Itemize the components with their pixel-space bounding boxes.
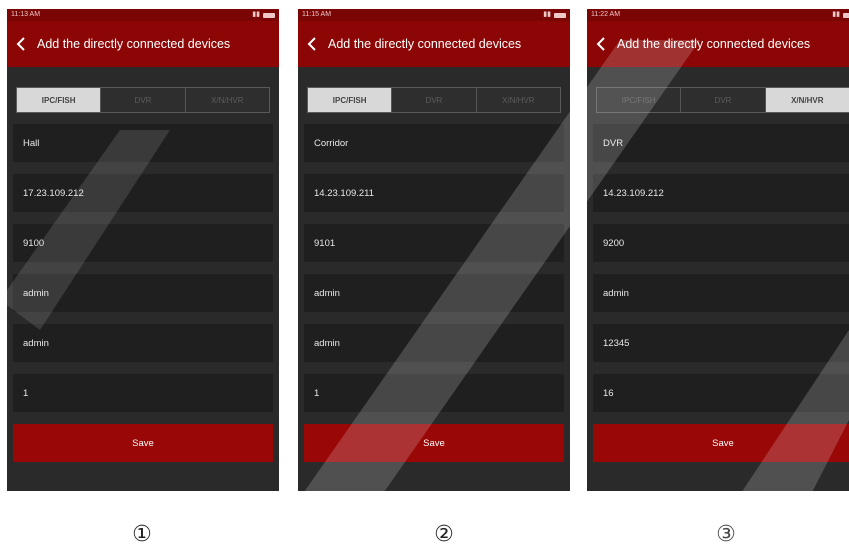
status-icons: ▮▮: [543, 9, 566, 21]
step-marker-3: ③: [716, 522, 736, 547]
back-arrow-icon[interactable]: [304, 36, 320, 52]
ip-address-field[interactable]: 17.23.109.212: [13, 174, 273, 212]
channel-count-field[interactable]: 1: [13, 374, 273, 412]
step-marker-2: ②: [434, 522, 454, 547]
tab-dvr[interactable]: DVR: [392, 88, 477, 112]
status-time: 11:15 AM: [302, 11, 332, 18]
battery-icon: [843, 12, 849, 18]
tab-ipc-fish[interactable]: IPC/FISH: [597, 88, 682, 112]
battery-icon: [554, 12, 566, 18]
ip-address-field[interactable]: 14.23.109.212: [593, 174, 849, 212]
device-type-selector: IPC/FISH DVR X/N/HVR: [307, 87, 561, 113]
save-button[interactable]: Save: [304, 424, 564, 462]
username-field[interactable]: admin: [13, 274, 273, 312]
save-button[interactable]: Save: [593, 424, 849, 462]
back-arrow-icon[interactable]: [593, 36, 609, 52]
signal-icon: ▮▮: [832, 11, 840, 18]
username-field[interactable]: admin: [304, 274, 564, 312]
tab-dvr[interactable]: DVR: [101, 88, 186, 112]
tab-ipc-fish[interactable]: IPC/FISH: [308, 88, 393, 112]
tab-ipc-fish[interactable]: IPC/FISH: [17, 88, 102, 112]
channel-count-field[interactable]: 16: [593, 374, 849, 412]
save-button[interactable]: Save: [13, 424, 273, 462]
username-field[interactable]: admin: [593, 274, 849, 312]
device-name-field[interactable]: Hall: [13, 124, 273, 162]
page-title: Add the directly connected devices: [617, 37, 811, 51]
status-icons: ▮▮: [252, 9, 275, 21]
phone-screen-2: 11:15 AM ▮▮ Add the directly connected d…: [298, 9, 570, 491]
back-arrow-icon[interactable]: [13, 36, 29, 52]
header: Add the directly connected devices: [587, 21, 849, 67]
tab-dvr[interactable]: DVR: [681, 88, 766, 112]
status-time: 11:13 AM: [11, 11, 41, 18]
tab-xnhvr[interactable]: X/N/HVR: [186, 88, 269, 112]
port-field[interactable]: 9101: [304, 224, 564, 262]
status-icons: ▮▮: [832, 9, 849, 21]
status-time: 11:22 AM: [591, 11, 621, 18]
tab-xnhvr[interactable]: X/N/HVR: [765, 88, 849, 112]
channel-count-field[interactable]: 1: [304, 374, 564, 412]
phone-screen-1: 11:13 AM ▮▮ Add the directly connected d…: [7, 9, 279, 491]
password-field[interactable]: admin: [304, 324, 564, 362]
signal-icon: ▮▮: [543, 11, 551, 18]
device-name-field[interactable]: DVR: [593, 124, 849, 162]
password-field[interactable]: admin: [13, 324, 273, 362]
port-field[interactable]: 9100: [13, 224, 273, 262]
device-type-selector: IPC/FISH DVR X/N/HVR: [596, 87, 849, 113]
phone-screen-3: 11:22 AM ▮▮ Add the directly connected d…: [587, 9, 849, 491]
tab-xnhvr[interactable]: X/N/HVR: [477, 88, 560, 112]
page-title: Add the directly connected devices: [37, 37, 231, 51]
header: Add the directly connected devices: [7, 21, 279, 67]
status-bar: 11:15 AM ▮▮: [298, 9, 570, 21]
step-marker-1: ①: [132, 522, 152, 547]
page-title: Add the directly connected devices: [328, 37, 522, 51]
status-bar: 11:22 AM ▮▮: [587, 9, 849, 21]
battery-icon: [263, 12, 275, 18]
device-name-field[interactable]: Corridor: [304, 124, 564, 162]
password-field[interactable]: 12345: [593, 324, 849, 362]
ip-address-field[interactable]: 14.23.109.211: [304, 174, 564, 212]
header: Add the directly connected devices: [298, 21, 570, 67]
status-bar: 11:13 AM ▮▮: [7, 9, 279, 21]
port-field[interactable]: 9200: [593, 224, 849, 262]
device-type-selector: IPC/FISH DVR X/N/HVR: [16, 87, 270, 113]
signal-icon: ▮▮: [252, 11, 260, 18]
